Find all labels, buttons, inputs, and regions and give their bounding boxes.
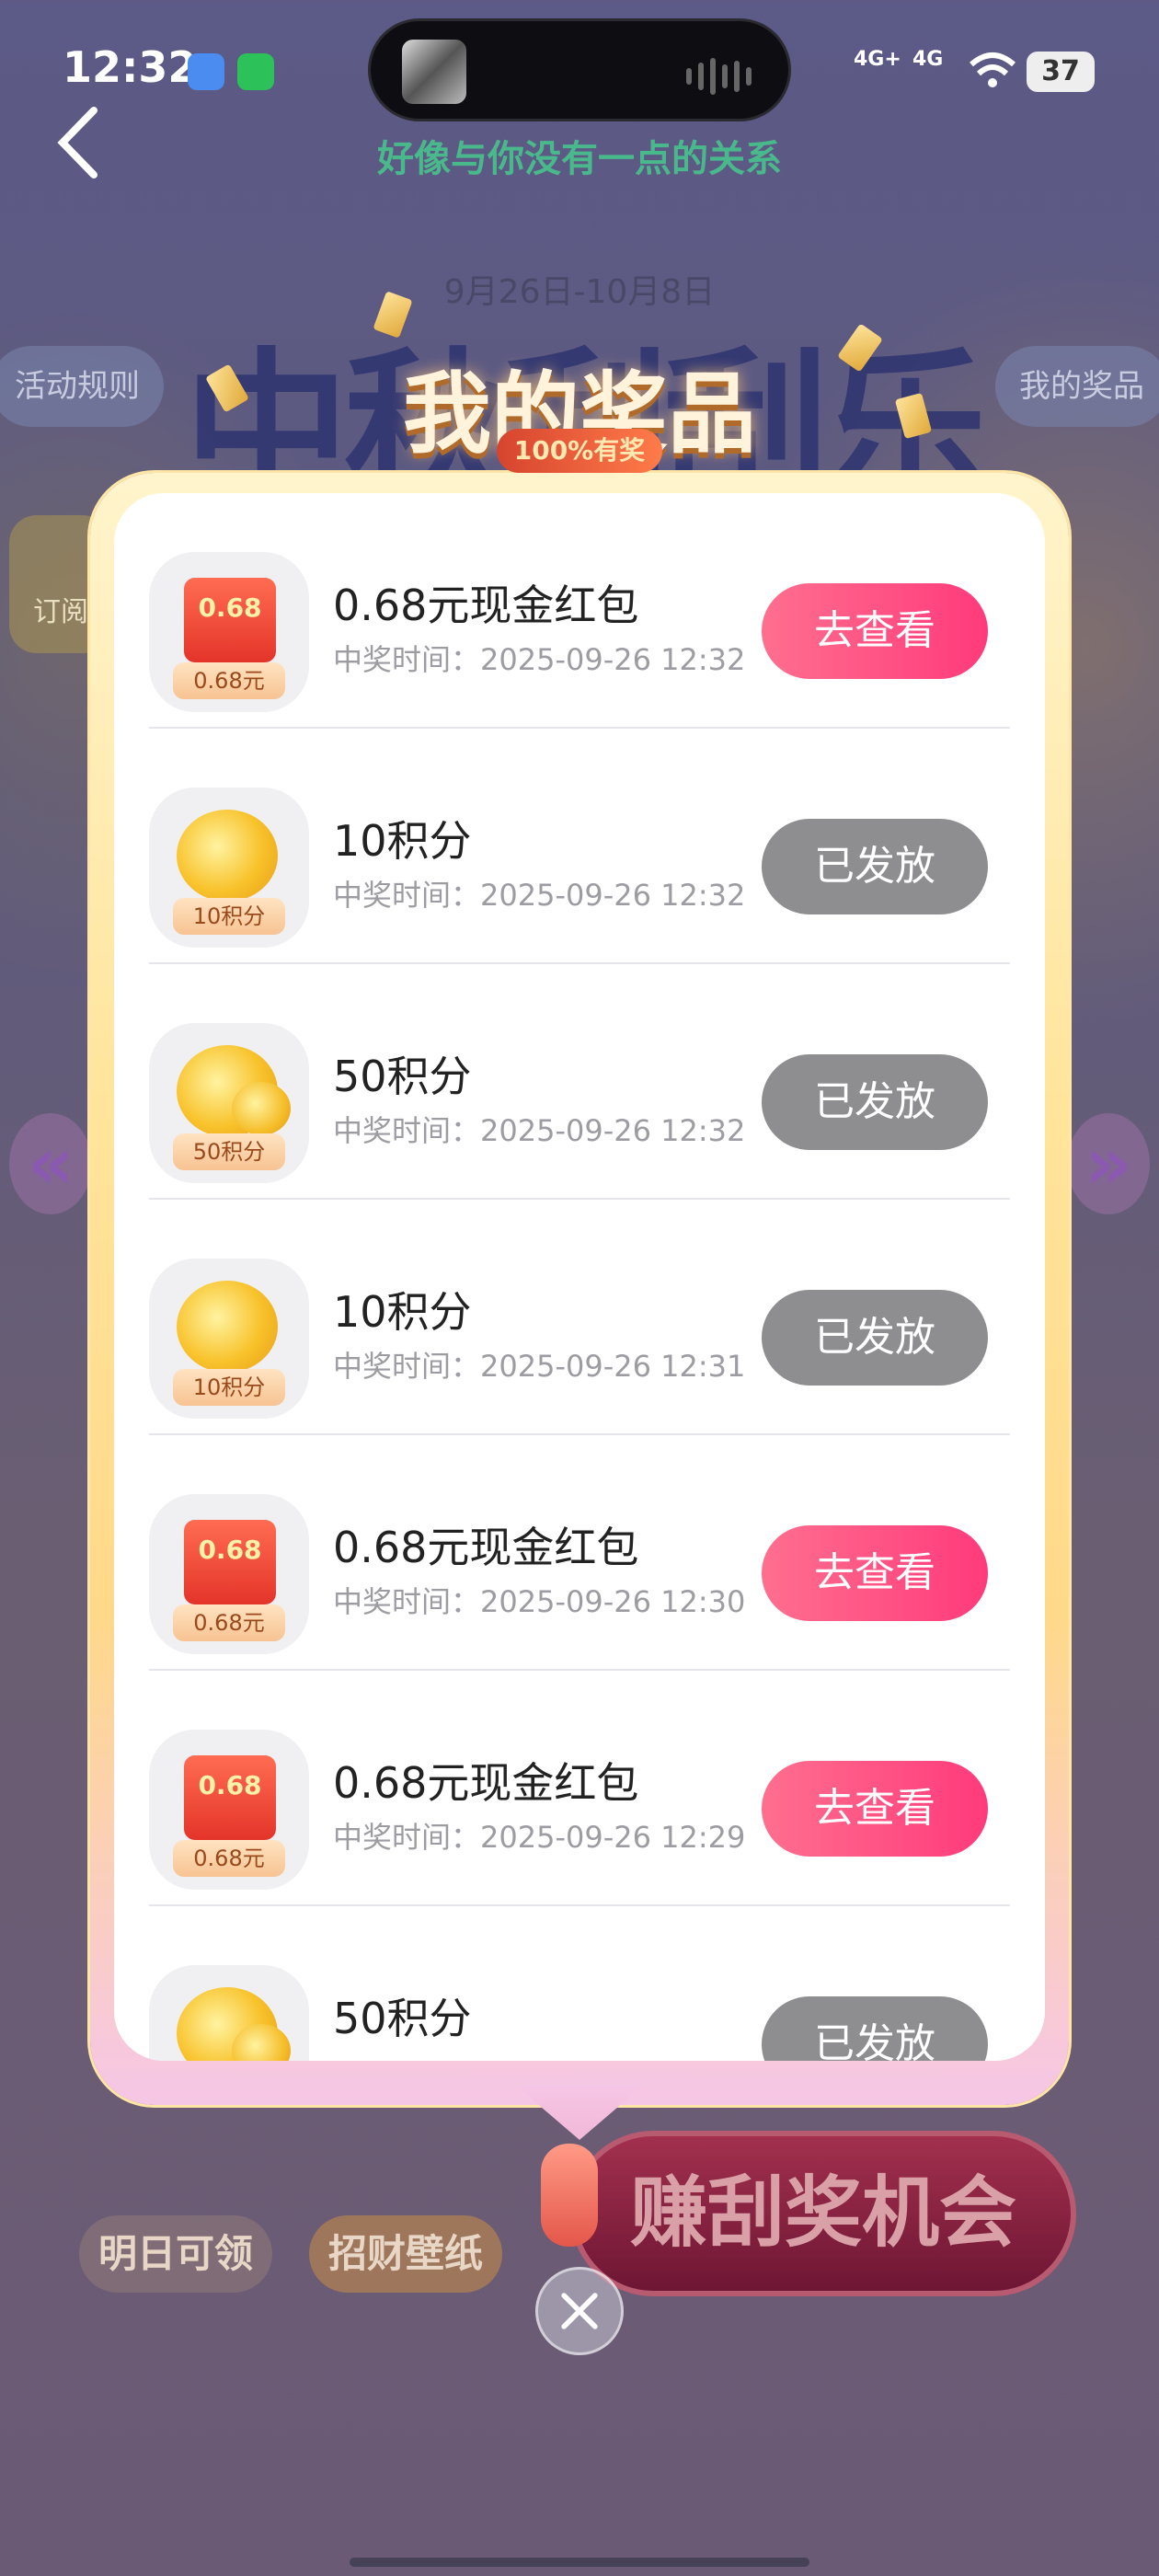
prize-time: 中奖时间：2025-09-26 12:29 (333, 1820, 746, 1855)
status-bar: 12:32 4G+ 4G 37 (0, 0, 1159, 138)
coin-art (177, 1281, 278, 1373)
signal-icon-2: 4G (912, 48, 944, 71)
prize-name: 0.68元现金红包 (333, 1758, 639, 1808)
earn-chances-button[interactable]: 赚刮奖机会 (570, 2131, 1076, 2296)
prize-row: 0.68 0.68元 0.68元现金红包中奖时间：2025-09-26 12:30 去… (149, 1435, 1010, 1671)
wallpaper-button[interactable]: 招财壁纸 (309, 2215, 502, 2293)
signal-icon-1: 4G+ (854, 48, 901, 71)
issued-status-button: 已发放 (762, 1290, 988, 1386)
prize-list: 0.68 0.68元 0.68元现金红包 中奖时间：2025-09-26 12:32 去… (149, 493, 1010, 2061)
prize-name: 10积分 (333, 1287, 472, 1337)
prize-time: 中奖时间：2025-09-26 12:32 (333, 642, 746, 677)
prize-thumb-tag: 10积分 (173, 1369, 285, 1406)
battery-icon: 37 (1027, 52, 1095, 92)
close-icon[interactable] (535, 2267, 624, 2355)
prev-arrow-icon[interactable]: « (9, 1113, 92, 1214)
prize-row: 10积分 10积分 中奖时间：2025-09-26 12:32 已发放 (149, 729, 1010, 964)
prize-name: 10积分 (333, 816, 472, 866)
view-prize-button[interactable]: 去查看 (762, 583, 988, 679)
prize-row: 0.68 0.68元 0.68元现金红包中奖时间：2025-09-26 12:29 去… (149, 1671, 1010, 1906)
next-arrow-icon[interactable]: » (1067, 1113, 1150, 1214)
prize-row: 0.68 0.68元 0.68元现金红包中奖时间：2025-09-26 12:32 去… (149, 493, 1010, 729)
prize-name: 50积分 (333, 1052, 472, 1101)
app-notification-icon (188, 53, 224, 90)
issued-status-button: 已发放 (762, 1996, 988, 2061)
home-indicator (350, 2558, 809, 2567)
coin-art (177, 810, 278, 902)
view-prize-button[interactable]: 去查看 (762, 1761, 988, 1857)
prize-thumb-tag: 0.68元 (173, 1604, 285, 1641)
guaranteed-prize-badge: 100%有奖 (497, 429, 662, 473)
coin-icon (149, 1965, 309, 2061)
audio-wave-icon (686, 58, 752, 95)
red-envelope-icon: 0.68 0.68元 (149, 552, 309, 712)
prize-row: 50积分 50积分 中奖时间：2025-09-26 12:32 已发放 (149, 964, 1010, 1200)
prize-time: 中奖时间：2025-09-26 12:31 (333, 1349, 746, 1384)
wechat-icon (237, 53, 274, 90)
prize-time: 中奖时间：2025-09-26 12:32 (333, 878, 746, 913)
red-envelope-art: 0.68 (184, 578, 276, 662)
prize-row: 10积分 10积分 中奖时间：2025-09-26 12:31 已发放 (149, 1200, 1010, 1435)
wifi-icon (970, 52, 1016, 87)
prize-time: 中奖时间：2025-09-26 12:32 (333, 1113, 746, 1148)
coin-icon: 50积分 (149, 1023, 309, 1183)
red-envelope-icon: 0.68 0.68元 (149, 1494, 309, 1654)
prize-name: 50积分 (333, 1994, 472, 2043)
red-envelope-art: 0.68 (184, 1755, 276, 1840)
red-envelope-amount: 0.68 (198, 1535, 262, 1565)
coin-icon: 10积分 (149, 1259, 309, 1419)
prize-thumb-tag: 0.68元 (173, 1840, 285, 1877)
red-envelope-amount: 0.68 (198, 592, 262, 623)
status-time: 12:32 (63, 42, 198, 92)
red-envelope-icon: 0.68 0.68元 (149, 1730, 309, 1890)
prize-time: 中奖时间：2025-09-26 12:30 (333, 1584, 746, 1619)
view-prize-button[interactable]: 去查看 (762, 1525, 988, 1621)
prize-row: 50积分 已发放 (149, 1906, 1010, 2061)
media-thumbnail (402, 40, 466, 104)
page-subtitle: 好像与你没有一点的关系 (377, 138, 782, 180)
dynamic-island (368, 18, 791, 121)
tomorrow-claim-button[interactable]: 明日可领 (79, 2215, 272, 2293)
red-envelope-art: 0.68 (184, 1520, 276, 1604)
prize-name: 0.68元现金红包 (333, 1523, 639, 1572)
issued-status-button: 已发放 (762, 819, 988, 914)
coin-icon: 10积分 (149, 788, 309, 948)
prize-thumb-tag: 0.68元 (173, 662, 285, 699)
prize-name: 0.68元现金红包 (333, 581, 639, 630)
red-envelope-amount: 0.68 (198, 1770, 262, 1800)
prize-thumb-tag: 10积分 (173, 898, 285, 935)
prize-thumb-tag: 50积分 (173, 1133, 285, 1170)
lantern-icon (541, 2144, 598, 2247)
issued-status-button: 已发放 (762, 1054, 988, 1150)
prize-list-container[interactable]: 0.68 0.68元 0.68元现金红包 中奖时间：2025-09-26 12:32 去… (114, 493, 1045, 2061)
coin-art-small (232, 1082, 291, 1135)
